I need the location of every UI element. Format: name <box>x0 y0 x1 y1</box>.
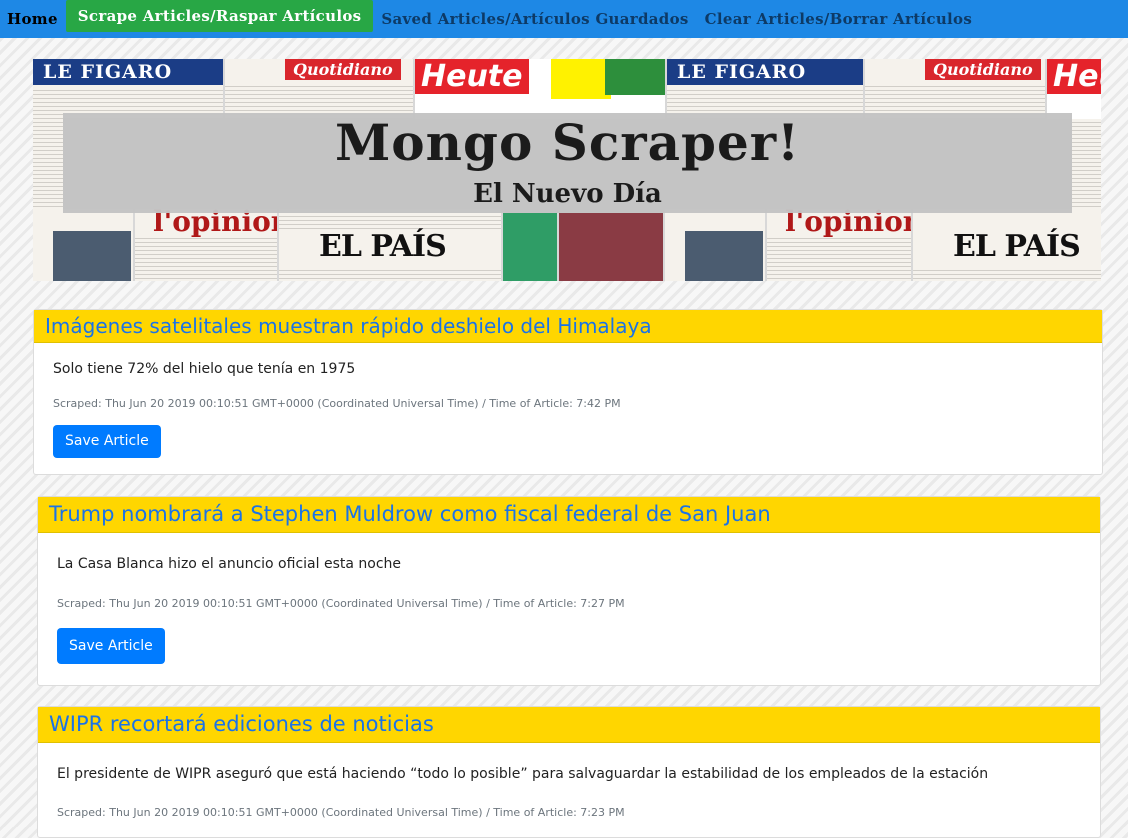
newspaper-bottom-1 <box>33 209 133 281</box>
nav-clear-articles-link[interactable]: Clear Articles/Borrar Artículos <box>697 0 980 38</box>
article-card: WIPR recortará ediciones de noticias El … <box>37 706 1101 838</box>
green-photo <box>605 59 665 95</box>
newspaper-figaro-1: LE FIGARO <box>33 59 223 119</box>
newspaper-figaro-2: LE FIGARO <box>667 59 863 119</box>
article-summary: Solo tiene 72% del hielo que tenía en 19… <box>53 361 356 377</box>
article-card: Trump nombrará a Stephen Muldrow como fi… <box>37 496 1101 686</box>
nav-scrape-articles-link[interactable]: Scrape Articles/Raspar Artículos <box>65 0 374 32</box>
masthead-figaro: LE FIGARO <box>33 59 223 85</box>
save-article-button[interactable]: Save Article <box>53 425 161 458</box>
news-photo-3 <box>559 213 663 281</box>
news-photo <box>53 231 131 281</box>
news-photo-2 <box>503 213 557 281</box>
masthead-opinion-2: l'opinion <box>785 209 911 238</box>
jackpot-badge <box>551 59 611 99</box>
newspaper-opinion-1: l'opinion <box>135 209 277 281</box>
newspaper-elpais-1: EL PAÍS <box>279 209 501 281</box>
newspaper-quotidiano-1: Quotidiano <box>225 59 413 119</box>
article-meta: Scraped: Thu Jun 20 2019 00:10:51 GMT+00… <box>53 397 621 410</box>
masthead-quotidiano: Quotidiano <box>285 59 401 80</box>
masthead-opinion: l'opinion <box>153 209 277 238</box>
article-title[interactable]: Trump nombrará a Stephen Muldrow como fi… <box>38 497 1100 533</box>
article-meta: Scraped: Thu Jun 20 2019 00:10:51 GMT+00… <box>57 806 625 819</box>
newspaper-heute-1: Heute <box>415 59 665 119</box>
top-navbar: Home Scrape Articles/Raspar Artículos Sa… <box>0 0 1128 38</box>
masthead-elpais: EL PAÍS <box>319 229 447 264</box>
newspaper-opinion-2: l'opinion <box>767 209 911 281</box>
save-article-button[interactable]: Save Article <box>57 628 165 664</box>
hero-banner: LE FIGARO Quotidiano Heute LE FIGARO Quo… <box>33 59 1101 281</box>
newspaper-heute-2: Heute <box>1047 59 1101 119</box>
article-summary: La Casa Blanca hizo el anuncio oficial e… <box>57 556 401 572</box>
newspaper-edge-left <box>33 119 63 209</box>
nav-saved-articles-link[interactable]: Saved Articles/Artículos Guardados <box>373 0 696 38</box>
masthead-elpais-2: EL PAÍS <box>953 229 1081 264</box>
article-title[interactable]: Imágenes satelitales muestran rápido des… <box>34 310 1102 343</box>
article-title[interactable]: WIPR recortará ediciones de noticias <box>38 707 1100 743</box>
masthead-heute: Heute <box>415 59 529 94</box>
news-photo-4 <box>685 231 763 281</box>
article-card: Imágenes satelitales muestran rápido des… <box>33 309 1103 475</box>
newspaper-bottom-2 <box>665 209 765 281</box>
newspaper-edge-right <box>1072 119 1101 209</box>
hero-subtitle: El Nuevo Día <box>473 179 662 209</box>
masthead-quotidiano-2: Quotidiano <box>925 59 1041 80</box>
masthead-heute-2: Heute <box>1047 59 1101 94</box>
masthead-figaro-2: LE FIGARO <box>667 59 863 85</box>
hero-title: Mongo Scraper! <box>334 113 801 172</box>
newspaper-quotidiano-2: Quotidiano <box>865 59 1045 119</box>
article-meta: Scraped: Thu Jun 20 2019 00:10:51 GMT+00… <box>57 597 625 610</box>
nav-home-link[interactable]: Home <box>0 0 66 38</box>
newspaper-elpais-2: EL PAÍS <box>913 209 1101 281</box>
article-summary: El presidente de WIPR aseguró que está h… <box>57 766 989 782</box>
